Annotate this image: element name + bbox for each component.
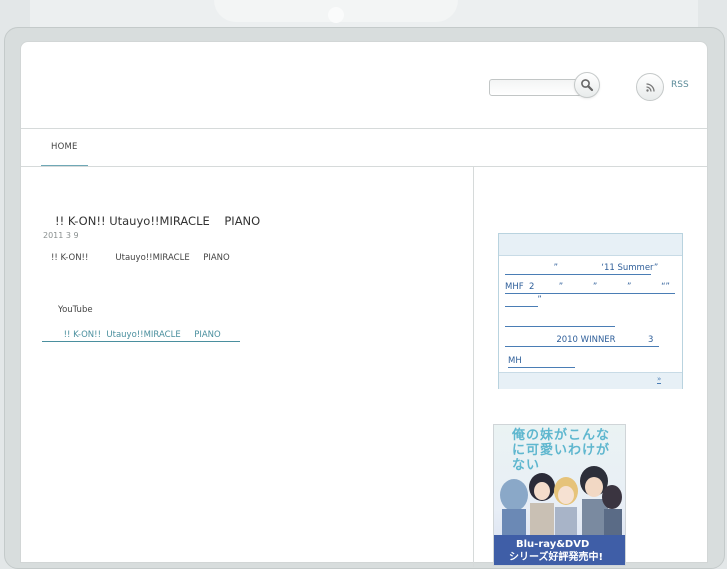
sidebar-news-item[interactable]: ” xyxy=(505,294,542,307)
post-body-text: !! K-ON!! Utauyo!!MIRACLE PIANO xyxy=(51,253,230,263)
search-button[interactable] xyxy=(574,72,600,98)
sidebar-divider xyxy=(473,167,474,567)
rss-button[interactable] xyxy=(636,73,664,101)
sidebar-news-item[interactable]: MH xyxy=(508,355,575,368)
sidebar-news-item[interactable]: MHF 2 ” ” ” “” xyxy=(505,281,675,294)
sidebar-box-footer xyxy=(499,372,682,389)
post-youtube-label: YouTube xyxy=(58,305,93,315)
post-title[interactable]: !! K-ON!! Utauyo!!MIRACLE PIANO xyxy=(55,214,260,228)
post-video-link[interactable]: !! K-ON!! Utauyo!!MIRACLE PIANO xyxy=(42,330,240,342)
sidebar-box-header xyxy=(499,234,682,256)
search-icon xyxy=(581,79,594,92)
rss-icon xyxy=(646,83,655,92)
banner-line2: シリーズ好評発売中! xyxy=(509,552,604,563)
rss-link[interactable]: RSS xyxy=(671,80,689,90)
post-date: 2011 3 9 xyxy=(43,231,79,240)
nav-divider xyxy=(21,166,707,167)
header-divider xyxy=(21,128,707,129)
page-container: RSS HOME !! K-ON!! Utauyo!!MIRACLE PIANO… xyxy=(20,41,708,567)
sidebar-news-item[interactable] xyxy=(505,314,615,327)
top-dot xyxy=(328,7,344,23)
sidebar-news-item[interactable]: 2010 WINNER 3 xyxy=(505,334,659,347)
sidebar-news-box: ” ‘11 Summer” MHF 2 ” ” ” “” ” 2010 WINN… xyxy=(498,233,683,389)
nav-home-link[interactable]: HOME xyxy=(51,142,78,152)
sidebar-more-link[interactable]: » xyxy=(657,375,662,384)
sidebar-news-item[interactable]: ” ‘11 Summer” xyxy=(505,262,658,275)
